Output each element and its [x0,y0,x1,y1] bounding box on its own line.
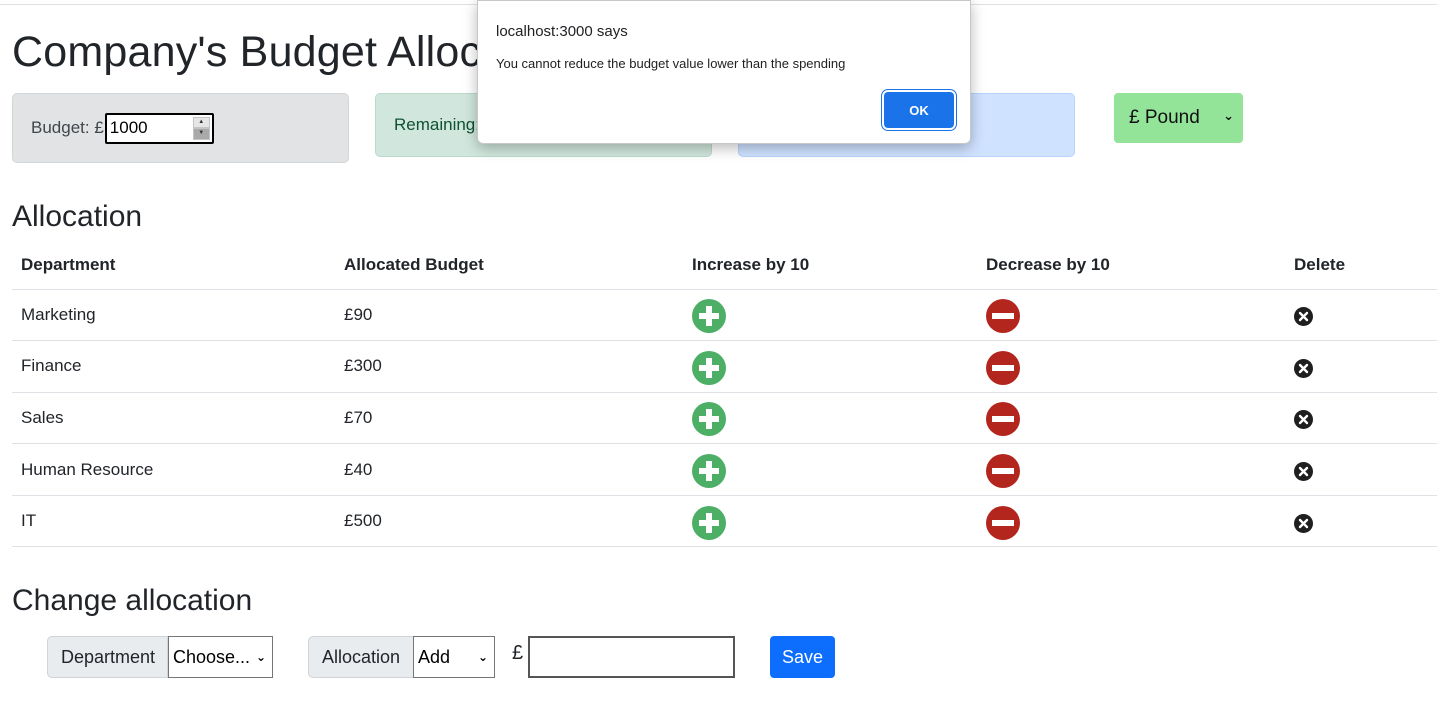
allocated-budget-cell: £40 [335,443,683,496]
minus-circle-icon[interactable] [986,402,1020,437]
minus-circle-icon[interactable] [986,350,1020,385]
delete-cell [1285,392,1437,445]
increase-cell [683,289,977,342]
department-cell: Finance [12,340,335,393]
dialog-ok-button[interactable]: OK [884,92,954,128]
amount-input[interactable] [528,636,735,678]
change-allocation-title: Change allocation [12,584,253,617]
close-circle-icon[interactable] [1294,358,1313,378]
increase-cell [683,340,977,393]
table-row: Marketing £90 [12,289,1437,342]
column-header-allocated-budget: Allocated Budget [335,241,683,290]
allocated-budget-cell: £300 [335,340,683,393]
department-cell: Human Resource [12,443,335,496]
table-header-row: Department Allocated Budget Increase by … [12,241,1437,290]
column-header-delete: Delete [1285,241,1437,290]
budget-input[interactable]: 1000 ▲ ▼ [104,112,214,144]
spinner-down-icon[interactable]: ▼ [192,128,210,140]
delete-cell [1285,495,1437,548]
allocation-action-select[interactable]: Add ⌄ [413,636,495,678]
plus-circle-icon[interactable] [692,454,726,489]
currency-symbol: £ [512,642,524,664]
currency-select[interactable]: £ Pound ⌄ [1114,93,1243,143]
increase-cell [683,392,977,445]
decrease-cell [977,289,1285,342]
allocation-action-value: Add [418,646,451,667]
department-select-value: Choose... [173,646,251,667]
column-header-increase: Increase by 10 [683,241,977,290]
table-row: Finance £300 [12,340,1437,393]
allocated-budget-cell: £90 [335,289,683,342]
close-circle-icon[interactable] [1294,513,1313,533]
column-header-decrease: Decrease by 10 [977,241,1285,290]
minus-circle-icon[interactable] [986,505,1020,540]
dialog-title: localhost:3000 says [496,23,628,40]
delete-cell [1285,340,1437,393]
department-select[interactable]: Choose... ⌄ [168,636,273,678]
budget-box: Budget: £ 1000 ▲ ▼ [12,93,349,163]
department-cell: Marketing [12,289,335,342]
table-row: IT £500 [12,495,1437,548]
remaining-label: Remaining: [394,115,480,134]
dialog-message: You cannot reduce the budget value lower… [496,56,846,71]
department-cell: IT [12,495,335,548]
alert-dialog: localhost:3000 says You cannot reduce th… [477,0,971,144]
allocated-budget-cell: £500 [335,495,683,548]
column-header-department: Department [12,241,335,290]
allocation-label: Allocation [308,636,414,678]
budget-spinner[interactable]: ▲ ▼ [192,116,210,140]
delete-cell [1285,289,1437,342]
department-cell: Sales [12,392,335,445]
allocation-title: Allocation [12,200,143,233]
table-row: Human Resource £40 [12,443,1437,496]
table-row: Sales £70 [12,392,1437,445]
chevron-down-icon: ⌄ [255,650,266,664]
decrease-cell [977,495,1285,548]
chevron-down-icon: ⌄ [1223,108,1234,123]
minus-circle-icon[interactable] [986,454,1020,489]
save-button[interactable]: Save [770,636,835,678]
close-circle-icon[interactable] [1294,307,1313,327]
chevron-down-icon: ⌄ [477,650,488,664]
allocation-table: Department Allocated Budget Increase by … [12,241,1437,548]
delete-cell [1285,443,1437,496]
close-circle-icon[interactable] [1294,462,1313,482]
close-circle-icon[interactable] [1294,410,1313,430]
decrease-cell [977,443,1285,496]
decrease-cell [977,340,1285,393]
plus-circle-icon[interactable] [692,350,726,385]
plus-circle-icon[interactable] [692,299,726,334]
plus-circle-icon[interactable] [692,505,726,540]
plus-circle-icon[interactable] [692,402,726,437]
minus-circle-icon[interactable] [986,299,1020,334]
increase-cell [683,495,977,548]
spinner-up-icon[interactable]: ▲ [192,116,210,128]
allocated-budget-cell: £70 [335,392,683,445]
department-label: Department [47,636,168,678]
increase-cell [683,443,977,496]
decrease-cell [977,392,1285,445]
budget-value: 1000 [109,118,148,137]
budget-label: Budget: £ [31,118,104,137]
currency-value: £ Pound [1129,107,1200,128]
